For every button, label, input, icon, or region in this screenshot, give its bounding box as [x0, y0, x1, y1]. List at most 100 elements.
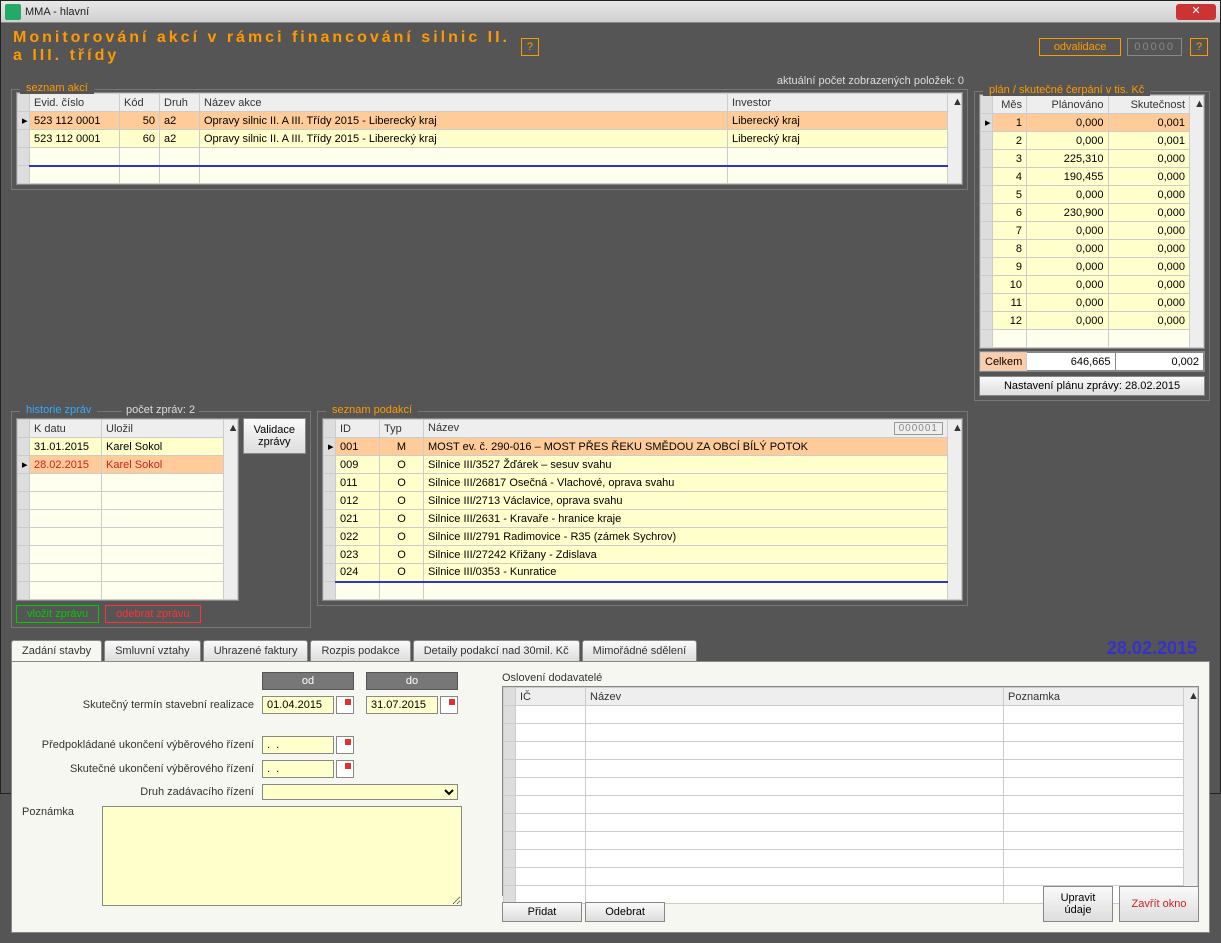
- col-ulozil[interactable]: Uložil: [102, 420, 224, 438]
- historie-grid[interactable]: K datu Uložil ▲ 31.01.2015Karel Sokol ▸2…: [16, 418, 239, 601]
- col-druh[interactable]: Druh: [160, 94, 200, 112]
- realizace-label: Skutečný termín stavební realizace: [22, 699, 262, 711]
- scrollbar[interactable]: ▲: [948, 94, 962, 184]
- scrollbar[interactable]: ▲: [223, 420, 237, 600]
- odebrat-button[interactable]: Odebrat: [585, 902, 665, 922]
- col-id[interactable]: ID: [336, 420, 380, 438]
- filter-row[interactable]: [18, 166, 962, 184]
- historie-row[interactable]: ▸28.02.2015Karel Sokol: [18, 456, 238, 474]
- counter-display: 00000: [1127, 38, 1182, 56]
- akce-grid[interactable]: Evid. číslo Kód Druh Název akce Investor…: [16, 92, 963, 185]
- poznamka-textarea[interactable]: [102, 806, 462, 906]
- skutukonc-input[interactable]: [262, 760, 334, 778]
- plan-row[interactable]: 4190,4550,000: [981, 168, 1204, 186]
- skutukonc-label: Skutečné ukončení výběrového řízení: [22, 763, 262, 775]
- col-plan[interactable]: Plánováno: [1027, 96, 1109, 114]
- akce-row[interactable]: ▸ 523 112 0001 50 a2 Opravy silnic II. A…: [18, 112, 962, 130]
- col-typ[interactable]: Typ: [380, 420, 424, 438]
- podakce-row[interactable]: 023OSilnice III/27242 Křižany - Zdislava: [324, 546, 962, 564]
- pridat-button[interactable]: Přidat: [502, 902, 582, 922]
- podakce-row[interactable]: 009OSilnice III/3527 Žďárek – sesuv svah…: [324, 456, 962, 474]
- validate-button[interactable]: Validace zprávy: [243, 418, 306, 454]
- realizace-do-input[interactable]: [366, 696, 438, 714]
- plan-row[interactable]: 90,0000,000: [981, 258, 1204, 276]
- col-kod[interactable]: Kód: [120, 94, 160, 112]
- scrollbar[interactable]: ▲: [1184, 688, 1198, 904]
- page-title: Monitorování akcí v rámci financování si…: [13, 29, 513, 65]
- col-nazev-sub[interactable]: Název 000001: [424, 420, 948, 438]
- plan-row[interactable]: 110,0000,000: [981, 294, 1204, 312]
- col-investor[interactable]: Investor: [728, 94, 948, 112]
- calendar-icon[interactable]: [440, 696, 458, 714]
- od-header: od: [262, 672, 354, 690]
- panel-title-akce: seznam akcí: [20, 82, 94, 94]
- plan-row[interactable]: 80,0000,000: [981, 240, 1204, 258]
- plan-row[interactable]: ▸10,0000,001: [981, 114, 1204, 132]
- plan-row[interactable]: 50,0000,000: [981, 186, 1204, 204]
- calendar-icon[interactable]: [336, 696, 354, 714]
- panel-title-plan: plán / skutečné čerpání v tis. Kč: [983, 84, 1150, 96]
- zavrit-button[interactable]: Zavřít okno: [1119, 886, 1199, 922]
- historie-row[interactable]: 31.01.2015Karel Sokol: [18, 438, 238, 456]
- scrollbar[interactable]: ▲: [948, 420, 962, 600]
- col-pozn[interactable]: Poznamka: [1004, 688, 1184, 706]
- remove-report-button[interactable]: odebrat zprávu: [105, 605, 200, 623]
- podakce-row[interactable]: 012OSilnice III/2713 Václavice, oprava s…: [324, 492, 962, 510]
- plan-row[interactable]: 100,0000,000: [981, 276, 1204, 294]
- plan-row[interactable]: 3225,3100,000: [981, 150, 1204, 168]
- tab-mimoradne[interactable]: Mimořádné sdělení: [582, 640, 698, 661]
- plan-row[interactable]: 120,0000,000: [981, 312, 1204, 330]
- podakce-row[interactable]: 024OSilnice III/0353 - Kunratice: [324, 564, 962, 582]
- akce-status: aktuální počet zobrazených položek: 0: [777, 75, 964, 87]
- tab-detaily[interactable]: Detaily podakcí nad 30mil. Kč: [413, 640, 580, 661]
- poznamka-label: Poznámka: [22, 806, 102, 818]
- calendar-icon[interactable]: [336, 736, 354, 754]
- close-icon[interactable]: ✕: [1176, 4, 1216, 20]
- calendar-icon[interactable]: [336, 760, 354, 778]
- podakce-row[interactable]: 022OSilnice III/2791 Radimovice - R35 (z…: [324, 528, 962, 546]
- tab-smluvni[interactable]: Smluvní vztahy: [104, 640, 201, 661]
- col-evid[interactable]: Evid. číslo: [30, 94, 120, 112]
- historie-count: počet zpráv: 2: [122, 404, 199, 416]
- col-nazev[interactable]: Název akce: [200, 94, 728, 112]
- druh-label: Druh zadávacího řízení: [22, 786, 262, 798]
- panel-title-podakce: seznam podakcí: [326, 404, 418, 416]
- podakce-grid[interactable]: ID Typ Název 000001 ▲ ▸001MMOST ev. č. 2…: [322, 418, 963, 601]
- plan-grid[interactable]: Měs Plánováno Skutečnost ▲ ▸10,0000,001 …: [979, 94, 1205, 349]
- druh-select[interactable]: [262, 784, 458, 800]
- col-skut[interactable]: Skutečnost: [1108, 96, 1190, 114]
- tab-rozpis[interactable]: Rozpis podakce: [310, 640, 410, 661]
- upravit-button[interactable]: Upravit údaje: [1043, 886, 1113, 922]
- predukonc-input[interactable]: [262, 736, 334, 754]
- akce-row[interactable]: 523 112 0001 60 a2 Opravy silnic II. A I…: [18, 130, 962, 148]
- scrollbar[interactable]: ▲: [1190, 96, 1204, 348]
- help-icon[interactable]: ?: [521, 38, 539, 56]
- plan-settings-button[interactable]: Nastavení plánu zprávy: 28.02.2015: [979, 376, 1205, 396]
- plan-row[interactable]: 20,0000,001: [981, 132, 1204, 150]
- panel-title-historie: historie zpráv: [20, 404, 97, 416]
- help-icon-2[interactable]: ?: [1190, 38, 1208, 56]
- tabs: Zadání stavby Smluvní vztahy Uhrazené fa…: [11, 640, 1210, 662]
- plan-total-row: Celkem 646,665 0,002: [981, 353, 1204, 371]
- plan-row[interactable]: 6230,9000,000: [981, 204, 1204, 222]
- col-ic[interactable]: IČ: [516, 688, 586, 706]
- podakce-row[interactable]: 011OSilnice III/26817 Osečná - Vlachové,…: [324, 474, 962, 492]
- col-dodav-nazev[interactable]: Název: [586, 688, 1004, 706]
- insert-report-button[interactable]: vložit zprávu: [16, 605, 99, 623]
- filter-row[interactable]: [324, 582, 962, 600]
- header: Monitorování akcí v rámci financování si…: [1, 23, 1220, 71]
- tab-faktury[interactable]: Uhrazené faktury: [203, 640, 309, 661]
- podakce-row[interactable]: ▸001MMOST ev. č. 290-016 – MOST PŘES ŘEK…: [324, 438, 962, 456]
- plan-row[interactable]: 70,0000,000: [981, 222, 1204, 240]
- col-kdatu[interactable]: K datu: [30, 420, 102, 438]
- sub-id-display: 000001: [894, 422, 943, 435]
- app-icon: [5, 4, 21, 20]
- realizace-od-input[interactable]: [262, 696, 334, 714]
- tab-body: 28.02.2015 od do Skutečný termín stavebn…: [11, 662, 1210, 933]
- col-mes[interactable]: Měs: [993, 96, 1027, 114]
- tab-zadani[interactable]: Zadání stavby: [11, 640, 102, 661]
- window-title: MMA - hlavní: [25, 6, 1176, 18]
- dodav-grid[interactable]: IČ Název Poznamka ▲: [502, 686, 1199, 896]
- podakce-row[interactable]: 021OSilnice III/2631 - Kravaře - hranice…: [324, 510, 962, 528]
- odvalidace-button[interactable]: odvalidace: [1039, 38, 1122, 56]
